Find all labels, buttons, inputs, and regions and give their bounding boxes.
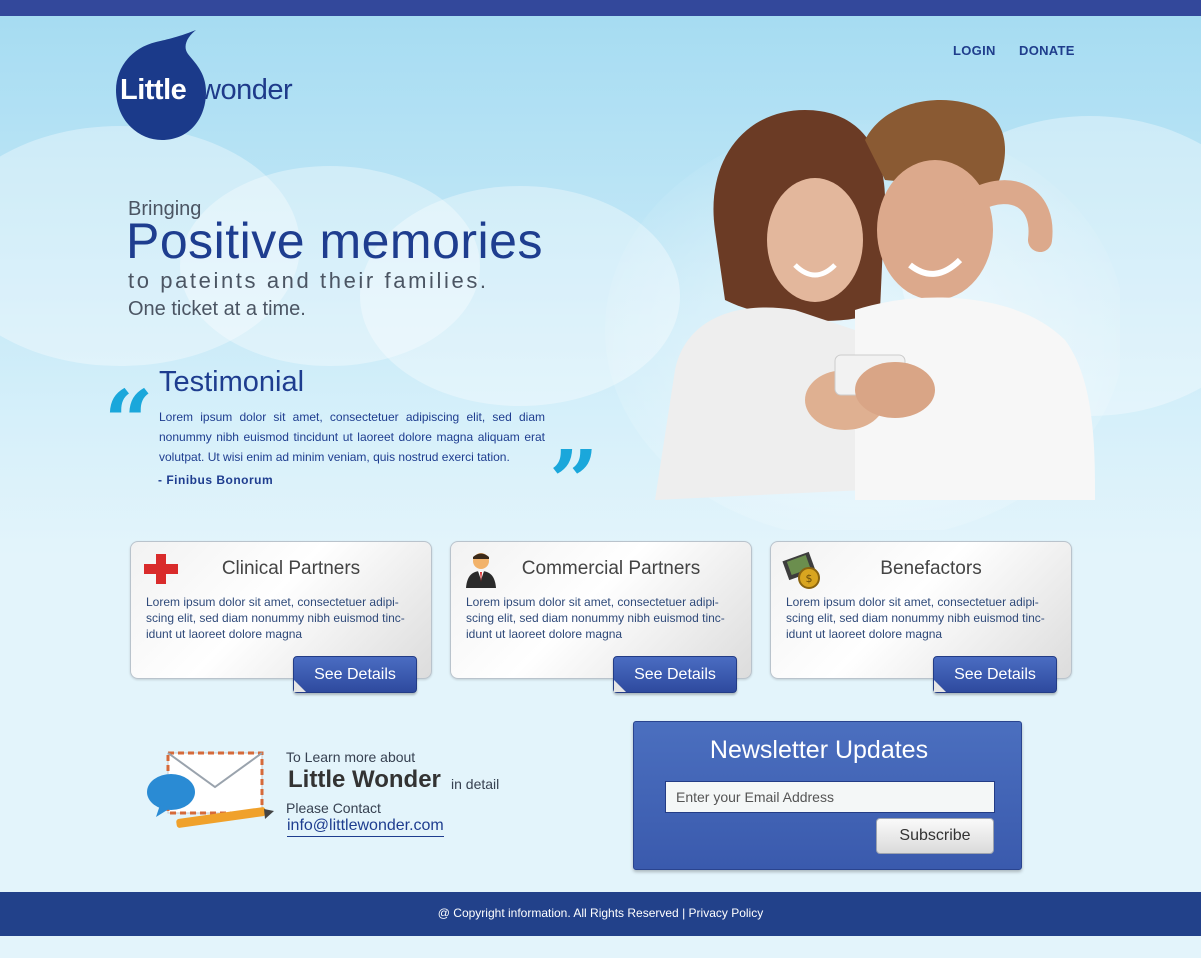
top-bar [0,0,1201,16]
card-title: Commercial Partners [521,558,701,579]
hero-subline: to pateints and their families. [128,268,489,293]
testimonial-title: Testimonial [159,366,305,398]
contact-please: Please Contact [286,800,381,816]
subscribe-button[interactable]: Subscribe [876,818,994,854]
footer: @ Copyright information. All Rights Rese… [0,892,1201,936]
see-details-button[interactable]: See Details [613,656,737,693]
card-body: Lorem ipsum dolor sit amet, consectetuer… [466,595,725,641]
logo-text-wonder: wonder [200,74,293,106]
newsletter-box: Newsletter Updates Subscribe [633,721,1022,870]
card-title: Clinical Partners [221,558,361,579]
testimonial-body: Lorem ipsum dolor sit amet, consectetuer… [159,410,545,464]
couple-photo [605,100,1120,530]
open-quote-icon: “ [104,372,154,473]
footer-text: @ Copyright information. All Rights Rese… [0,906,1201,920]
nav-login-link[interactable]: LOGIN [953,43,996,58]
testimonial-author: - Finibus Bonorum [158,473,274,487]
card-body: Lorem ipsum dolor sit amet, consectetuer… [786,595,1045,641]
logo[interactable]: Little wonder [116,28,306,143]
nav-donate-link[interactable]: DONATE [1019,43,1075,58]
card-clinical-partners: Clinical Partners Lorem ipsum dolor sit … [130,541,432,693]
newsletter-title: Newsletter Updates [709,736,929,764]
card-commercial-partners: Commercial Partners Lorem ipsum dolor si… [450,541,752,693]
footer-bottom-strip [0,936,1201,958]
card-benefactors: $ Benefactors Lorem ipsum dolor sit amet… [770,541,1072,693]
contact-in-detail: in detail [451,776,500,792]
copyright-text: @ Copyright information. All Rights Rese… [437,906,679,920]
hero-tagline: One ticket at a time. [128,298,306,320]
contact-intro: To Learn more about [286,749,416,765]
email-input[interactable] [665,781,995,813]
logo-text-little: Little [120,74,187,106]
close-quote-icon: ” [549,432,599,533]
envelope-icon [147,751,274,828]
footer-separator: | [678,906,689,920]
card-title: Benefactors [880,558,982,579]
see-details-button[interactable]: See Details [933,656,1057,693]
contact-brand-name: Little Wonder [288,766,441,793]
see-details-button[interactable]: See Details [293,656,417,693]
hero-headline: Positive memories [126,213,543,269]
contact-email-link[interactable]: info@littlewonder.com [287,817,444,837]
card-body: Lorem ipsum dolor sit amet, consectetuer… [146,595,405,641]
privacy-policy-link[interactable]: Privacy Policy [689,906,764,920]
